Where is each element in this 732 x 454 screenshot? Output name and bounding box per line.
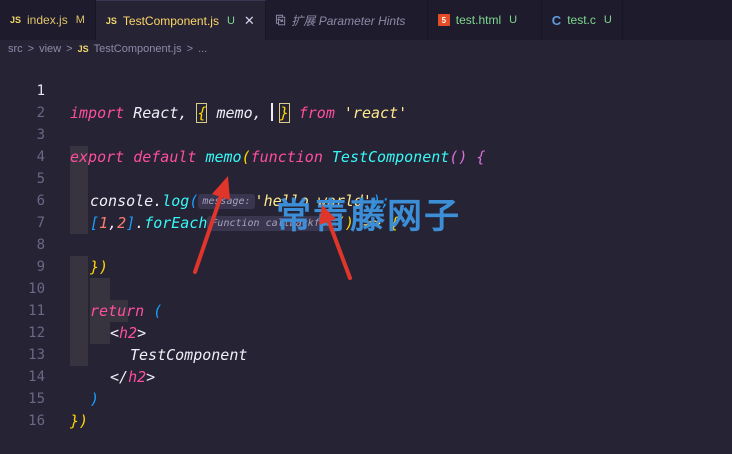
red-arrow-left [193,176,230,274]
red-arrow-right [319,205,352,280]
annotation-arrows [193,176,352,280]
